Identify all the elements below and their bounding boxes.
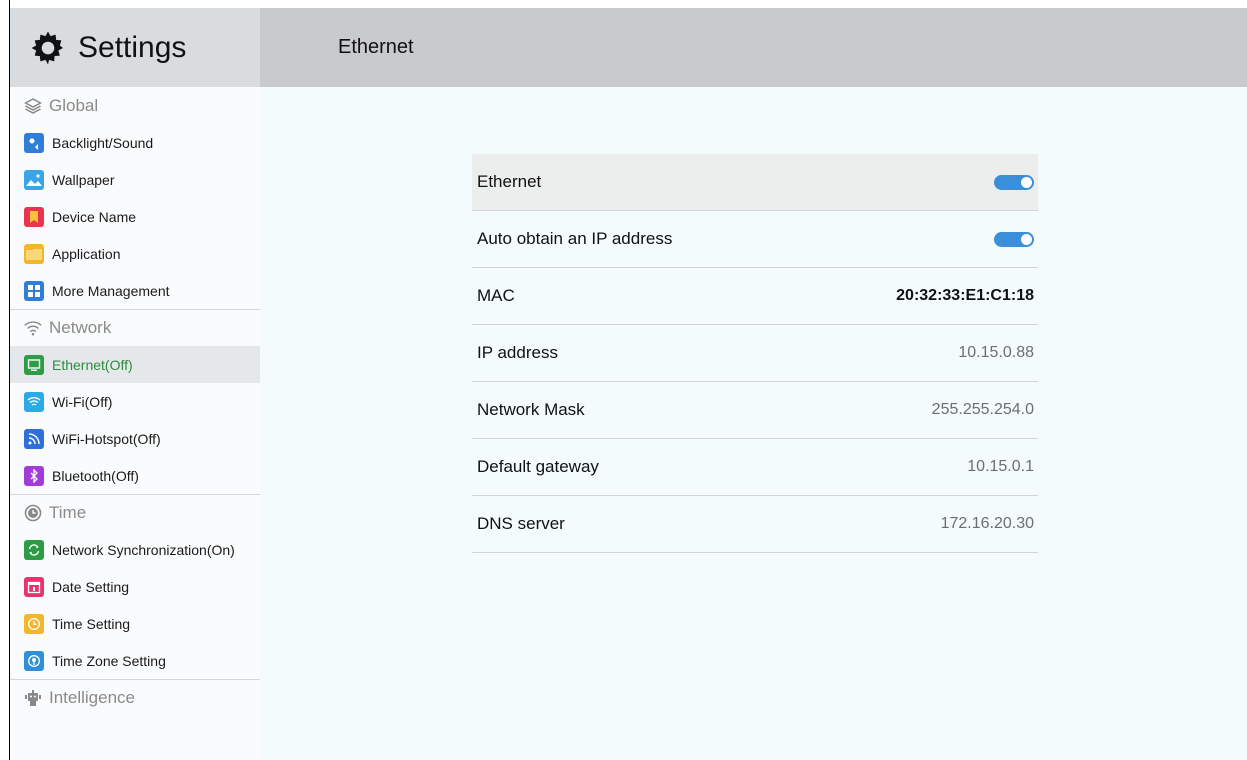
default-gateway-row: Default gateway 10.15.0.1 xyxy=(472,439,1038,496)
page-header: Ethernet xyxy=(260,8,1247,87)
robot-icon xyxy=(24,689,42,707)
sidebar-item-application[interactable]: Application xyxy=(10,235,260,272)
toggle-knob xyxy=(1021,233,1032,245)
toggle-knob xyxy=(1021,176,1032,188)
sidebar-item-backlight-sound[interactable]: Backlight/Sound xyxy=(10,124,260,161)
sidebar-item-time-setting[interactable]: Time Setting xyxy=(10,605,260,642)
page-title: Ethernet xyxy=(338,36,414,58)
section-time: Time xyxy=(10,494,260,531)
sidebar-item-label: WiFi-Hotspot(Off) xyxy=(52,430,161,447)
ethernet-settings-list: Ethernet Auto obtain an IP address MAC 2… xyxy=(472,154,1038,553)
sidebar-item-label: Application xyxy=(52,245,121,262)
section-label: Network xyxy=(49,318,112,337)
section-label: Time xyxy=(49,503,87,522)
section-intelligence: Intelligence xyxy=(10,679,260,716)
row-label: IP address xyxy=(477,343,558,362)
date-setting-icon xyxy=(24,576,44,597)
mac-row: MAC 20:32:33:E1:C1:18 xyxy=(472,268,1038,325)
sidebar-item-time-zone[interactable]: Time Zone Setting xyxy=(10,642,260,679)
dns-server-row: DNS server 172.16.20.30 xyxy=(472,496,1038,553)
clock-icon xyxy=(24,504,42,522)
network-mask-row: Network Mask 255.255.254.0 xyxy=(472,382,1038,439)
application-icon xyxy=(24,243,44,264)
section-label: Intelligence xyxy=(49,688,136,707)
sidebar-item-label: Wi-Fi(Off) xyxy=(52,393,113,410)
sidebar-item-label: Network Synchronization(On) xyxy=(52,541,235,558)
app-header: Settings xyxy=(10,8,260,87)
sidebar-item-label: Ethernet(Off) xyxy=(52,356,133,373)
wifi-hotspot-icon xyxy=(24,428,44,449)
section-global: Global xyxy=(10,87,260,124)
section-label: Global xyxy=(49,95,99,115)
time-zone-icon xyxy=(24,650,44,671)
app-title: Settings xyxy=(78,30,187,64)
layers-icon xyxy=(24,97,42,115)
row-label: MAC xyxy=(477,286,515,305)
network-sync-icon xyxy=(24,539,44,560)
wallpaper-icon xyxy=(24,169,44,190)
row-label: Ethernet xyxy=(477,172,542,191)
sidebar-item-bluetooth[interactable]: Bluetooth(Off) xyxy=(10,457,260,494)
network-mask-value: 255.255.254.0 xyxy=(931,401,1034,418)
sidebar-item-label: Wallpaper xyxy=(52,171,115,188)
sidebar-item-network-sync[interactable]: Network Synchronization(On) xyxy=(10,531,260,568)
auto-ip-toggle[interactable] xyxy=(994,231,1034,247)
sidebar-item-label: More Management xyxy=(52,282,170,299)
window-left-margin xyxy=(0,0,9,760)
sidebar-item-wifi-hotspot[interactable]: WiFi-Hotspot(Off) xyxy=(10,420,260,457)
sidebar-item-ethernet[interactable]: Ethernet(Off) xyxy=(10,346,260,383)
ethernet-toggle[interactable] xyxy=(994,174,1034,190)
ip-address-value: 10.15.0.88 xyxy=(958,344,1034,361)
ethernet-icon xyxy=(24,354,44,375)
sidebar-item-date-setting[interactable]: Date Setting xyxy=(10,568,260,605)
row-label: Default gateway xyxy=(477,457,599,476)
sidebar-item-label: Time Setting xyxy=(52,615,131,632)
window-top-edge xyxy=(9,0,1247,8)
section-network: Network xyxy=(10,309,260,346)
wifi-icon xyxy=(24,391,44,412)
row-label: Network Mask xyxy=(477,400,585,419)
sidebar-item-more-management[interactable]: More Management xyxy=(10,272,260,309)
sidebar-item-device-name[interactable]: Device Name xyxy=(10,198,260,235)
row-label: DNS server xyxy=(477,514,565,533)
gear-icon xyxy=(31,31,63,64)
sidebar-item-label: Backlight/Sound xyxy=(52,134,154,151)
mac-value: 20:32:33:E1:C1:18 xyxy=(896,287,1034,304)
sidebar-item-label: Date Setting xyxy=(52,578,130,595)
sidebar: Global Backlight/Sound Wallpaper Device … xyxy=(10,87,260,760)
time-setting-icon xyxy=(24,613,44,634)
wifi-signal-icon xyxy=(24,319,42,337)
ethernet-toggle-row[interactable]: Ethernet xyxy=(472,154,1038,211)
ethernet-panel: Ethernet Auto obtain an IP address MAC 2… xyxy=(260,87,1247,760)
sidebar-item-label: Device Name xyxy=(52,208,137,225)
default-gateway-value: 10.15.0.1 xyxy=(967,458,1034,475)
device-name-icon xyxy=(24,206,44,227)
backlight-sound-icon xyxy=(24,132,44,153)
more-management-icon xyxy=(24,280,44,301)
ip-address-row: IP address 10.15.0.88 xyxy=(472,325,1038,382)
bluetooth-icon xyxy=(24,465,44,486)
sidebar-item-label: Bluetooth(Off) xyxy=(52,467,139,484)
row-label: Auto obtain an IP address xyxy=(477,229,673,248)
auto-ip-row[interactable]: Auto obtain an IP address xyxy=(472,211,1038,268)
sidebar-item-wallpaper[interactable]: Wallpaper xyxy=(10,161,260,198)
sidebar-item-wifi[interactable]: Wi-Fi(Off) xyxy=(10,383,260,420)
dns-server-value: 172.16.20.30 xyxy=(940,515,1034,532)
sidebar-item-label: Time Zone Setting xyxy=(52,652,166,669)
